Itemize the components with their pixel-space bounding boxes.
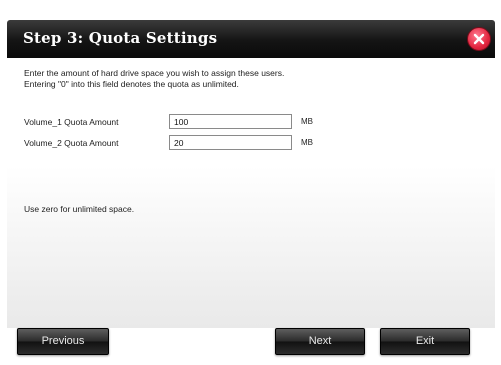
dialog-title: Step 3: Quota Settings (23, 29, 218, 47)
volume-1-unit: MB (301, 117, 313, 126)
close-icon (473, 33, 485, 45)
dialog-footer: Previous Next Exit (7, 328, 495, 358)
volume-1-quota-label: Volume_1 Quota Amount (24, 117, 119, 127)
previous-button[interactable]: Previous (17, 328, 109, 355)
dialog-content: Enter the amount of hard drive space you… (7, 58, 495, 328)
volume-2-quota-label: Volume_2 Quota Amount (24, 138, 119, 148)
description-line-2: Entering "0" into this field denotes the… (24, 79, 239, 89)
next-button[interactable]: Next (275, 328, 365, 355)
volume-2-quota-input[interactable] (169, 135, 292, 150)
volume-2-unit: MB (301, 138, 313, 147)
dialog-titlebar: Step 3: Quota Settings (7, 20, 495, 58)
close-button[interactable] (467, 27, 491, 51)
volume-1-quota-input[interactable] (169, 114, 292, 129)
description-line-1: Enter the amount of hard drive space you… (24, 68, 285, 78)
unlimited-hint: Use zero for unlimited space. (24, 204, 135, 214)
exit-button[interactable]: Exit (380, 328, 470, 355)
quota-settings-dialog: Step 3: Quota Settings Enter the amount … (0, 0, 501, 365)
